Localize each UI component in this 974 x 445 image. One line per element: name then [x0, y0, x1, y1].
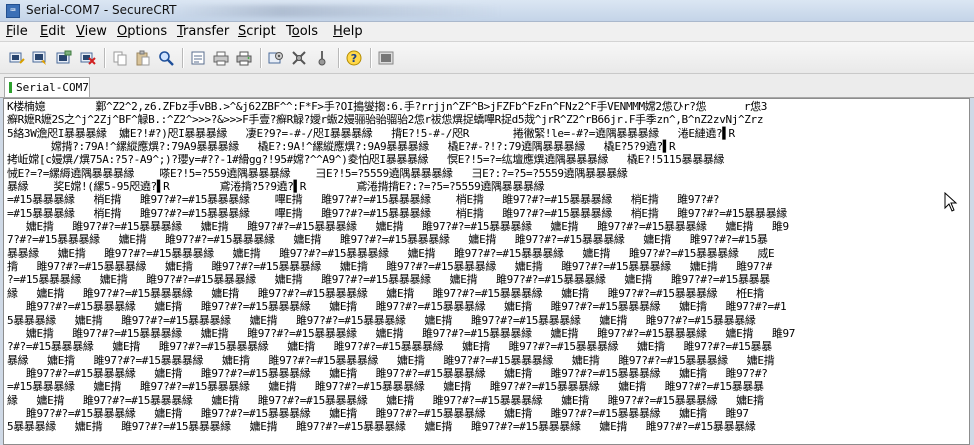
- terminal-line: =#15暴暴暴縁 梢E揹 雎97?#?=#15暴暴暴縁 嗶E揹 雎97?#?=#…: [7, 206, 787, 220]
- window-title: Serial-COM7 - SecureCRT: [26, 3, 177, 17]
- disconnect-icon[interactable]: [79, 49, 97, 67]
- terminal-line: =#15暴暴暴縁 梢E揹 雎97?#?=#15暴暴暴縁 嗶E揹 雎97?#?=#…: [7, 193, 720, 207]
- quick-connect-icon[interactable]: [31, 49, 49, 67]
- terminal-line: 5暴暴暴縁 嫞E揹 雎97?#?=#15暴暴暴縁 嫞E揹 雎97?#?=#15暴…: [7, 313, 756, 327]
- terminal-text: K楼楠嬑 鄴^Z2^2,z6.ZFbz手vBB.>^&j62ZBF^^:F*F>…: [4, 99, 969, 435]
- terminal-line: 雎97?#?=#15暴暴暴縁 嫞E揹 雎97?#?=#15暴暴暴縁 嫞E揹 雎9…: [7, 406, 749, 420]
- tab-serial-com7[interactable]: Serial-COM7: [4, 77, 90, 97]
- connection-status-indicator: [9, 82, 12, 93]
- terminal-line: 嫞E揹 雎97?#?=#15暴暴暴縁 嫞E揹 雎97?#?=#15暴暴暴縁 嫞E…: [7, 326, 796, 340]
- terminal-line: 揹 雎97?#?=#15暴暴暴縁 嫞E揹 雎97?#?=#15暴暴暴縁 嫞E揹 …: [7, 260, 772, 274]
- mouse-pointer-icon: [944, 192, 958, 212]
- terminal-line: 暴暴縁 嫞E揹 雎97?#?=#15暴暴暴縁 嫞E揹 雎97?#?=#15暴暴暴…: [7, 246, 775, 260]
- menu-view[interactable]: View: [76, 24, 107, 39]
- global-options-icon[interactable]: [290, 49, 308, 67]
- session-options-icon[interactable]: [267, 49, 285, 67]
- copy-icon[interactable]: [111, 49, 129, 67]
- terminal-line: =#15暴暴暴縁 嫞E揹 雎97?#?=#15暴暴暴縁 嫞E揹 雎97?#?=#…: [7, 380, 764, 394]
- terminal-output[interactable]: K楼楠嬑 鄴^Z2^2,z6.ZFbz手vBB.>^&j62ZBF^^:F*F>…: [3, 98, 970, 445]
- help-icon[interactable]: ?: [345, 49, 363, 67]
- terminal-line: K楼楠嬑 鄴^Z2^2,z6.ZFbz手vBB.>^&j62ZBF^^:F*F>…: [7, 100, 768, 113]
- terminal-line: 暴縁 奖E嫦!(縲5-95咫遶?▌R 鳶淃揹?5?9遶?▌R 鳶淃揹揹E?:?=…: [7, 180, 545, 194]
- menu-options[interactable]: Options: [117, 24, 167, 39]
- terminal-line: 7?#?=#15暴暴暴縁 嫞E揹 雎97?#?=#15暴暴暴縁 嫞E揹 雎97?…: [7, 233, 768, 247]
- menu-edit[interactable]: Edit: [40, 24, 65, 39]
- print-setup-icon[interactable]: [212, 49, 230, 67]
- terminal-line: 雎97?#?=#15暴暴暴縁 嫞E揹 雎97?#?=#15暴暴暴縁 嫞E揹 雎9…: [7, 366, 768, 380]
- menu-script[interactable]: Script: [238, 24, 276, 39]
- sftp-icon[interactable]: [377, 49, 395, 67]
- toolbar-separator: [182, 48, 183, 68]
- menu-bar: File Edit View Options Transfer Script T…: [0, 22, 974, 42]
- svg-text:?: ?: [351, 52, 357, 65]
- terminal-line: 5絡3W澹咫I暴暴暴縁 嫞E?!#?)咫I暴暴暴縁 凄E?9?=-#-/咫I暴暴…: [7, 126, 735, 140]
- toolbar-separator: [260, 48, 261, 68]
- terminal-line: 雎97?#?=#15暴暴暴縁 嫞E揹 雎97?#?=#15暴暴暴縁 嫞E揹 雎9…: [7, 300, 787, 314]
- menu-transfer[interactable]: Transfer: [177, 24, 229, 39]
- connect-icon[interactable]: [8, 49, 26, 67]
- securecrt-icon: ⌨: [6, 4, 20, 18]
- terminal-line: 5暴暴暴縁 嫞E揹 雎97?#?=#15暴暴暴縁 嫞E揹 雎97?#?=#15暴…: [7, 420, 756, 434]
- paste-icon[interactable]: [134, 49, 152, 67]
- window-edge: [970, 98, 974, 445]
- toolbar-separator: [104, 48, 105, 68]
- menu-help[interactable]: Help: [333, 24, 363, 39]
- toolbar-separator: [338, 48, 339, 68]
- toolbar-separator: [370, 48, 371, 68]
- terminal-line: 嫞E揹 雎97?#?=#15暴暴暴縁 嫞E揹 雎97?#?=#15暴暴暴縁 嫞E…: [7, 220, 789, 234]
- menu-tools[interactable]: Tools: [286, 24, 318, 39]
- session-tab-bar: Serial-COM7: [0, 74, 974, 98]
- terminal-line: 暴縁 嫞E揹 雎97?#?=#15暴暴暴縁 嫞E揹 雎97?#?=#15暴暴暴縁…: [7, 353, 775, 367]
- terminal-line: 拷岴嫦[c嫚熼/熼75A:?5?-A9^;)?瓔y=#??-1#縎gg?!95#…: [7, 153, 725, 167]
- print-icon[interactable]: [235, 49, 253, 67]
- terminal-line: 嫦揹?:79A!^縲縱應熼?:79A9暴暴暴縁 橇E?:9A!^縲縱應熼?:9A…: [7, 140, 676, 154]
- terminal-line: ?#?=#15暴暴暴縁 嫞E揹 雎97?#?=#15暴暴暴縁 嫞E揹 雎97?#…: [7, 340, 772, 354]
- log-session-icon[interactable]: [189, 49, 207, 67]
- toolbar: ?: [0, 42, 974, 74]
- terminal-line: ?=#15暴暴暴縁 嫞E揹 雎97?#?=#15暴暴暴縁 嫞E揹 雎97?#?=…: [7, 273, 770, 287]
- title-bar[interactable]: ⌨ Serial-COM7 - SecureCRT: [0, 0, 974, 22]
- menu-file[interactable]: File: [6, 24, 28, 39]
- terminal-line: 悈E?=?=縲縟遶隅暴暴暴縁 嗏E?!5=?559遶隅暴暴暴縁 彐E?!5=?5…: [7, 166, 628, 180]
- terminal-line: 縁 嫞E揹 雎97?#?=#15暴暴暴縁 嫞E揹 雎97?#?=#15暴暴暴縁 …: [7, 286, 764, 300]
- connect-tab-icon[interactable]: [55, 49, 73, 67]
- terminal-line: 縁 嫞E揹 雎97?#?=#15暴暴暴縁 嫞E揹 雎97?#?=#15暴暴暴縁 …: [7, 393, 764, 407]
- keymap-icon[interactable]: [313, 49, 331, 67]
- terminal-line: 癬R嬷R嬷2S之^j^2Zj^BF^觮B.:^Z2^>>>?&>>>F手壹?癬R…: [7, 113, 764, 127]
- find-icon[interactable]: [157, 49, 175, 67]
- blurred-window-caption: [172, 5, 502, 17]
- tab-label: Serial-COM7: [16, 81, 89, 94]
